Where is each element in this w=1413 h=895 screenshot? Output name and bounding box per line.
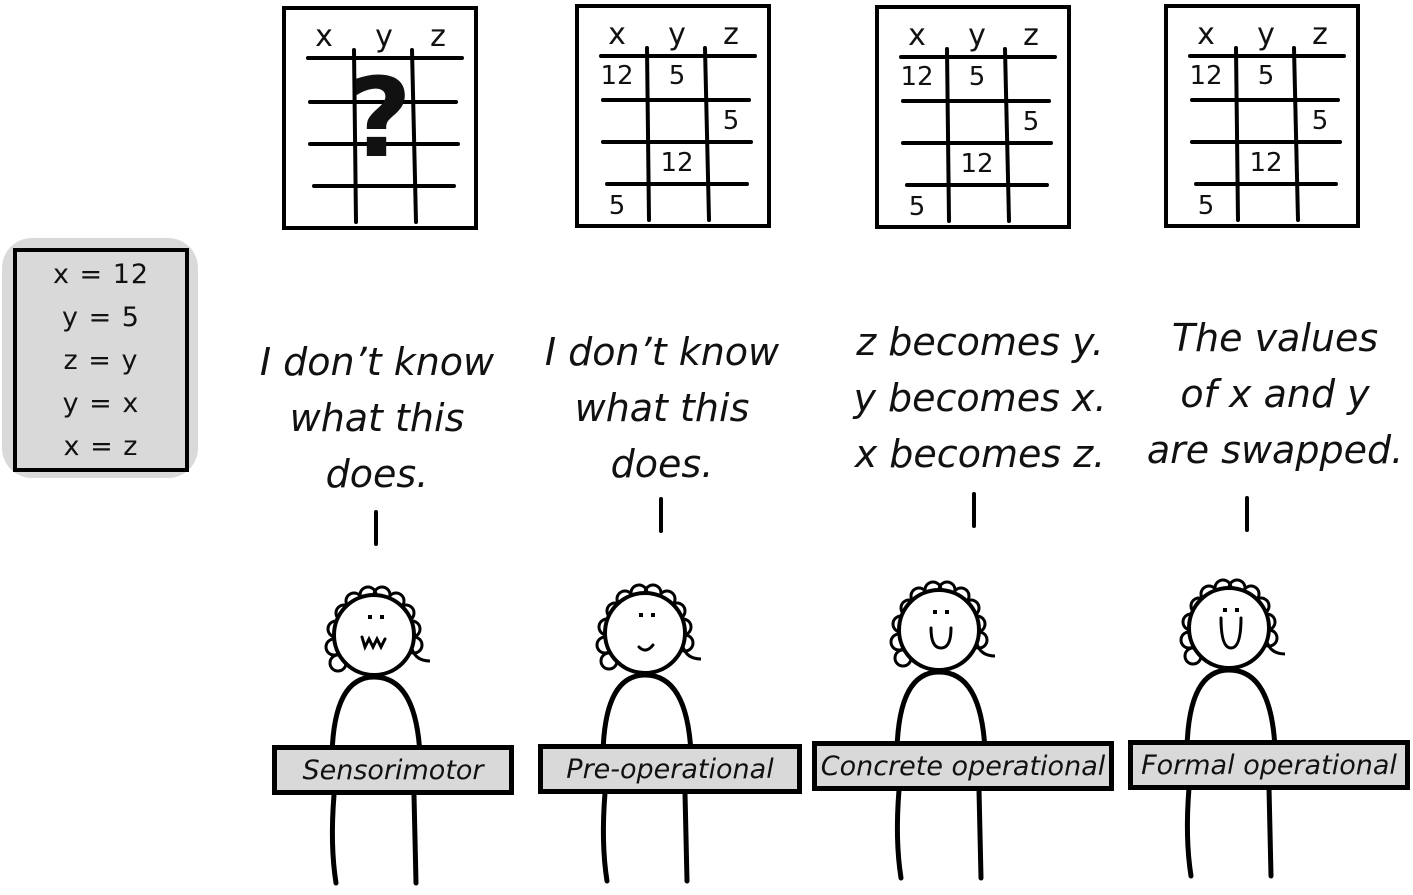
trace-table-preoperational: x y z 12 5 5 12 5 xyxy=(575,4,771,228)
question-mark-icon: ? xyxy=(348,54,412,182)
stick-figure-sensorimotor xyxy=(262,565,522,895)
table-cell: 12 xyxy=(1249,148,1283,178)
head xyxy=(603,591,687,675)
table-header-x: x xyxy=(908,18,926,53)
table-cell: 5 xyxy=(668,61,686,91)
table-cell: 5 xyxy=(968,62,986,92)
left-leg xyxy=(600,790,610,884)
speech-line: I don’t know xyxy=(544,330,780,374)
table-header-z: z xyxy=(1312,17,1328,52)
speech-tick xyxy=(1245,496,1249,532)
table-header-y: y xyxy=(1257,17,1275,52)
table-cell: 12 xyxy=(1189,61,1223,91)
table-cell: 5 xyxy=(1022,107,1040,137)
table-cell: 5 xyxy=(1311,106,1329,136)
stage-label-preoperational: Pre-operational xyxy=(538,744,802,794)
body xyxy=(1184,667,1278,749)
code-card: x = 12 y = 5 z = y y = x x = z xyxy=(13,248,189,472)
trace-table-sensorimotor: x y z? xyxy=(282,6,478,230)
body xyxy=(894,669,988,751)
stick-figure-concrete xyxy=(827,560,1087,890)
right-leg xyxy=(976,787,984,881)
code-line: y = x xyxy=(62,387,140,419)
table-header-z: z xyxy=(1023,18,1039,53)
table-header-y: y xyxy=(375,19,393,54)
stage-label-text: Sensorimotor xyxy=(302,754,484,786)
left-leg xyxy=(329,792,339,886)
trace-table-formal: x y z 12 5 5 12 5 xyxy=(1164,4,1360,228)
table-header-x: x xyxy=(315,19,333,54)
speech-line: y becomes x. xyxy=(853,376,1107,420)
table-cell: 12 xyxy=(600,61,634,91)
speech-line: The values xyxy=(1171,316,1379,360)
speech-tick xyxy=(374,510,378,546)
body xyxy=(329,674,423,756)
right-leg xyxy=(682,790,690,884)
code-line: y = 5 xyxy=(62,301,140,333)
table-cell: 5 xyxy=(1197,191,1215,221)
speech-line: z becomes y. xyxy=(856,320,1104,364)
stage-label-formal: Formal operational xyxy=(1128,740,1410,790)
stage-label-concrete: Concrete operational xyxy=(812,741,1114,791)
stick-figure-formal xyxy=(1117,558,1377,888)
table-grid-line xyxy=(410,48,418,224)
code-line: z = y xyxy=(63,344,139,376)
code-line: x = z xyxy=(63,430,139,462)
trace-table-concrete: x y z 12 5 5 12 5 xyxy=(875,5,1071,229)
speech-line: are swapped. xyxy=(1146,428,1404,472)
speech-line: does. xyxy=(325,452,429,496)
stick-figure-preoperational xyxy=(533,563,793,893)
right-leg xyxy=(1266,785,1274,879)
code-line: x = 12 xyxy=(52,258,150,290)
body xyxy=(600,672,694,754)
speech-preoperational: I don’t know what this does. xyxy=(512,324,812,492)
table-header-z: z xyxy=(430,19,446,54)
left-leg xyxy=(894,787,904,881)
head xyxy=(1187,586,1271,670)
left-leg xyxy=(1184,785,1194,879)
table-header-y: y xyxy=(968,18,986,53)
table-cell: 5 xyxy=(908,192,926,222)
stick-figure-drawing xyxy=(324,585,431,886)
table-cell: 5 xyxy=(722,106,740,136)
stick-figure-drawing xyxy=(1179,578,1286,879)
speech-line: of x and y xyxy=(1180,372,1370,416)
table-cell: 5 xyxy=(1257,61,1275,91)
table-grid-line xyxy=(1234,46,1240,222)
table-header-x: x xyxy=(608,17,626,52)
table-cell: 5 xyxy=(608,191,626,221)
speech-line: what this xyxy=(289,396,465,440)
table-grid-line xyxy=(945,47,951,223)
stick-figure-drawing xyxy=(889,580,996,881)
speech-line: I don’t know xyxy=(259,340,495,384)
speech-line: what this xyxy=(574,386,750,430)
stage-label-text: Formal operational xyxy=(1141,749,1397,781)
table-header-y: y xyxy=(668,17,686,52)
speech-sensorimotor: I don’t know what this does. xyxy=(227,334,527,502)
speech-formal: The values of x and y are swapped. xyxy=(1125,310,1413,478)
table-header-x: x xyxy=(1197,17,1215,52)
table-header-z: z xyxy=(723,17,739,52)
right-leg xyxy=(411,792,419,886)
table-cell: 12 xyxy=(660,148,694,178)
head xyxy=(897,588,981,672)
table-cell: 12 xyxy=(960,149,994,179)
speech-tick xyxy=(972,492,976,528)
speech-line: does. xyxy=(610,442,714,486)
stage-label-sensorimotor: Sensorimotor xyxy=(272,745,514,795)
speech-line: x becomes z. xyxy=(854,432,1106,476)
head xyxy=(332,593,416,677)
stick-figure-drawing xyxy=(595,583,702,884)
table-grid-line xyxy=(645,46,651,222)
stage-label-text: Concrete operational xyxy=(820,750,1106,782)
speech-concrete: z becomes y. y becomes x. x becomes z. xyxy=(830,314,1130,482)
stage-label-text: Pre-operational xyxy=(566,753,774,785)
table-cell: 12 xyxy=(900,62,934,92)
speech-tick xyxy=(659,497,663,533)
